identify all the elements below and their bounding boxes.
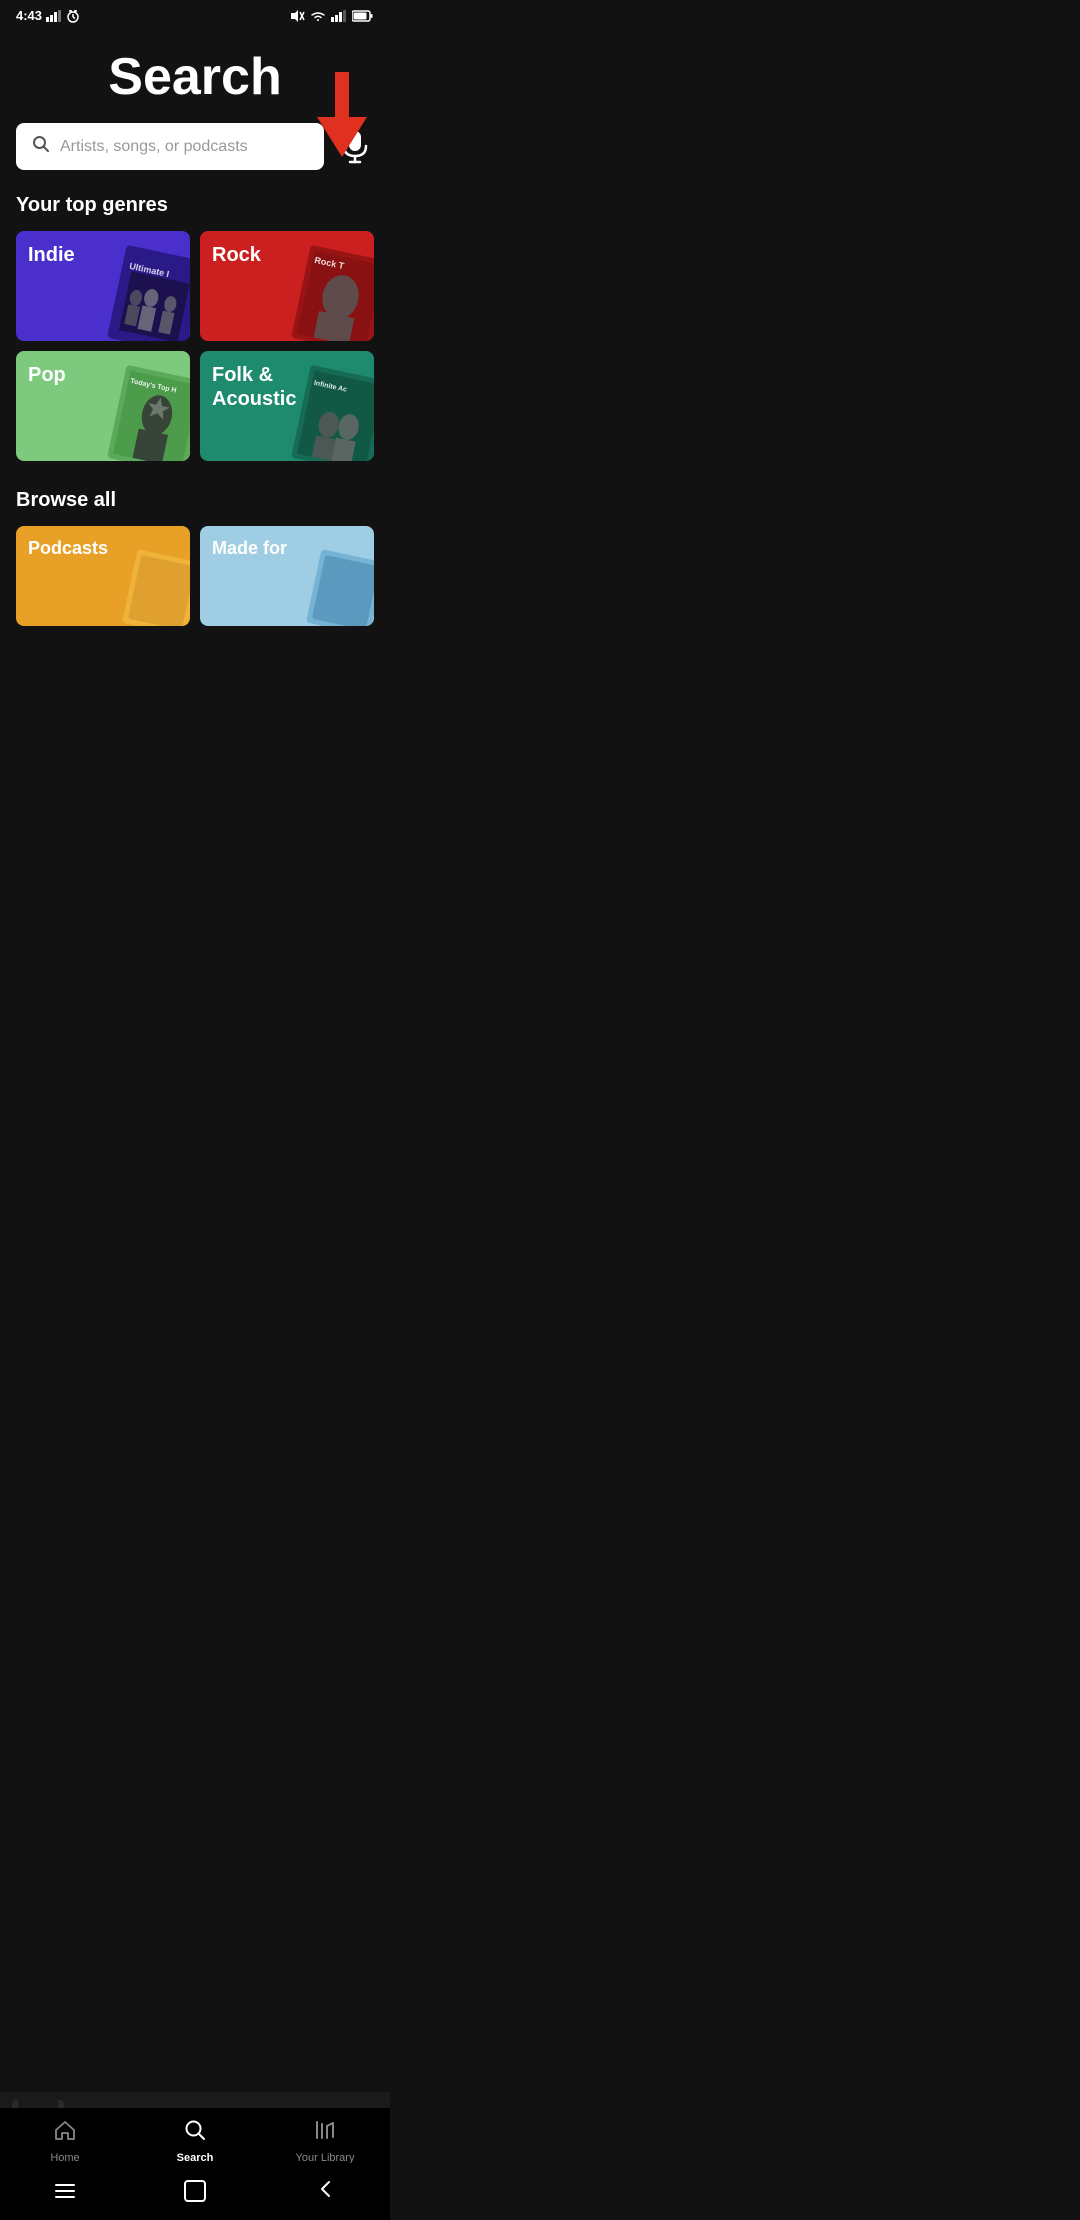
alarm-icon	[66, 9, 80, 23]
android-menu-button[interactable]	[47, 2176, 83, 2206]
browse-all-title: Browse all	[16, 489, 374, 512]
genre-art-indie: Ultimate I	[107, 245, 190, 341]
search-placeholder: Artists, songs, or podcasts	[60, 138, 248, 156]
browse-card-made-for[interactable]: Made for	[200, 526, 374, 626]
genre-card-pop[interactable]: Pop Today's Top H	[16, 351, 190, 461]
android-home-button[interactable]	[176, 2172, 214, 2210]
nav-item-library[interactable]: Your Library	[260, 2118, 390, 2164]
mic-icon	[340, 130, 370, 164]
status-right	[289, 9, 374, 23]
genre-label-rock: Rock	[212, 243, 261, 267]
home-icon	[53, 2118, 77, 2148]
browse-label-podcasts: Podcasts	[28, 538, 108, 560]
wifi-icon	[310, 10, 326, 22]
library-icon	[313, 2118, 337, 2148]
search-icon	[183, 2118, 207, 2148]
nav-item-search[interactable]: Search	[130, 2118, 260, 2164]
search-icon	[32, 135, 50, 158]
browse-label-made-for: Made for	[212, 538, 287, 560]
browse-all-section: Browse all Podcasts Made for	[16, 489, 374, 626]
status-left: 4:43	[16, 8, 80, 23]
top-genres-title: Your top genres	[16, 194, 374, 217]
battery-icon	[352, 10, 374, 22]
genre-card-indie[interactable]: Indie	[16, 231, 190, 341]
android-back-button[interactable]	[307, 2171, 343, 2210]
signal-icon	[46, 10, 62, 22]
genre-art-folk: Infinite Ac	[291, 365, 374, 461]
browse-card-podcasts[interactable]: Podcasts	[16, 526, 190, 626]
genre-grid: Indie	[16, 231, 374, 461]
genre-art-rock: Rock T	[291, 245, 374, 341]
signal2-icon	[331, 10, 347, 22]
status-bar: 4:43	[0, 0, 390, 27]
genre-label-pop: Pop	[28, 363, 66, 387]
search-bar-row: Artists, songs, or podcasts	[16, 123, 374, 170]
time: 4:43	[16, 8, 42, 23]
search-input-container[interactable]: Artists, songs, or podcasts	[16, 123, 324, 170]
browse-grid: Podcasts Made for	[16, 526, 374, 626]
genre-label-indie: Indie	[28, 243, 75, 267]
genre-label-folk: Folk & Acoustic	[212, 363, 296, 411]
main-content: Search Artists, songs, or podcasts Your …	[0, 27, 390, 756]
genre-card-rock[interactable]: Rock Rock T	[200, 231, 374, 341]
mute-icon	[289, 9, 305, 23]
nav-item-home[interactable]: Home	[0, 2118, 130, 2164]
top-genres-section: Your top genres Indie	[16, 194, 374, 461]
mic-button[interactable]	[336, 126, 374, 168]
genre-art-pop: Today's Top H	[107, 365, 190, 461]
android-nav	[0, 2163, 390, 2220]
page-title: Search	[16, 47, 374, 107]
genre-card-folk[interactable]: Folk & Acoustic Infinite Ac	[200, 351, 374, 461]
